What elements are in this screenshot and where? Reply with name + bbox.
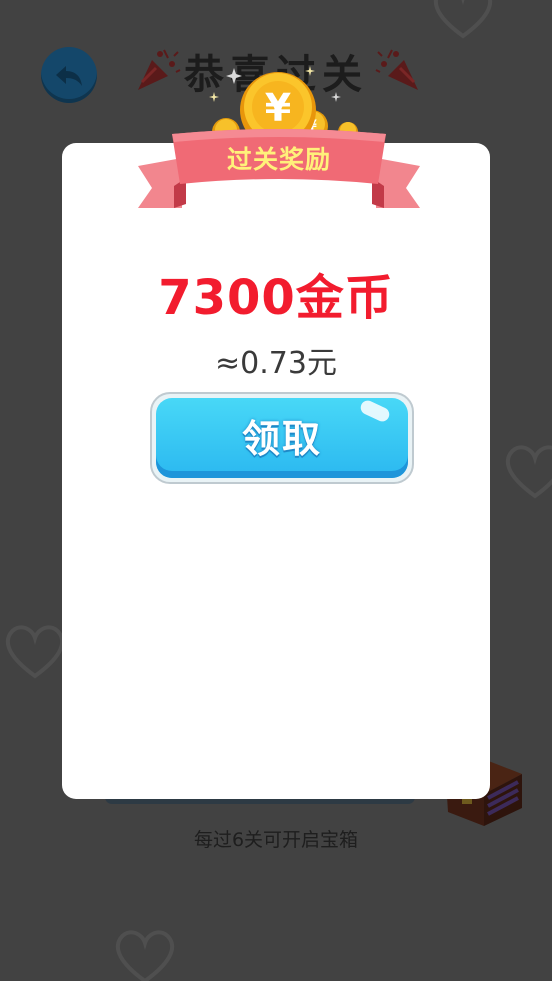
heart-icon (115, 930, 175, 981)
heart-icon (5, 625, 65, 679)
party-popper-icon (375, 49, 418, 90)
svg-text:¥: ¥ (265, 86, 291, 130)
reward-coin-amount: 7300金币 (158, 270, 394, 326)
reward-cash-equivalent: ≈0.73元 (215, 346, 337, 381)
claim-button-label[interactable]: 领取 (242, 408, 322, 463)
claim-button-face[interactable]: 领取 (156, 398, 408, 478)
heart-icon (505, 445, 552, 499)
chest-hint-text: 每过6关可开启宝箱 (193, 829, 359, 851)
reward-banner-title: 过关奖励 (226, 145, 331, 174)
claim-button[interactable]: 领取 (150, 392, 414, 484)
heart-icon (433, 0, 493, 39)
button-gloss (358, 398, 392, 424)
